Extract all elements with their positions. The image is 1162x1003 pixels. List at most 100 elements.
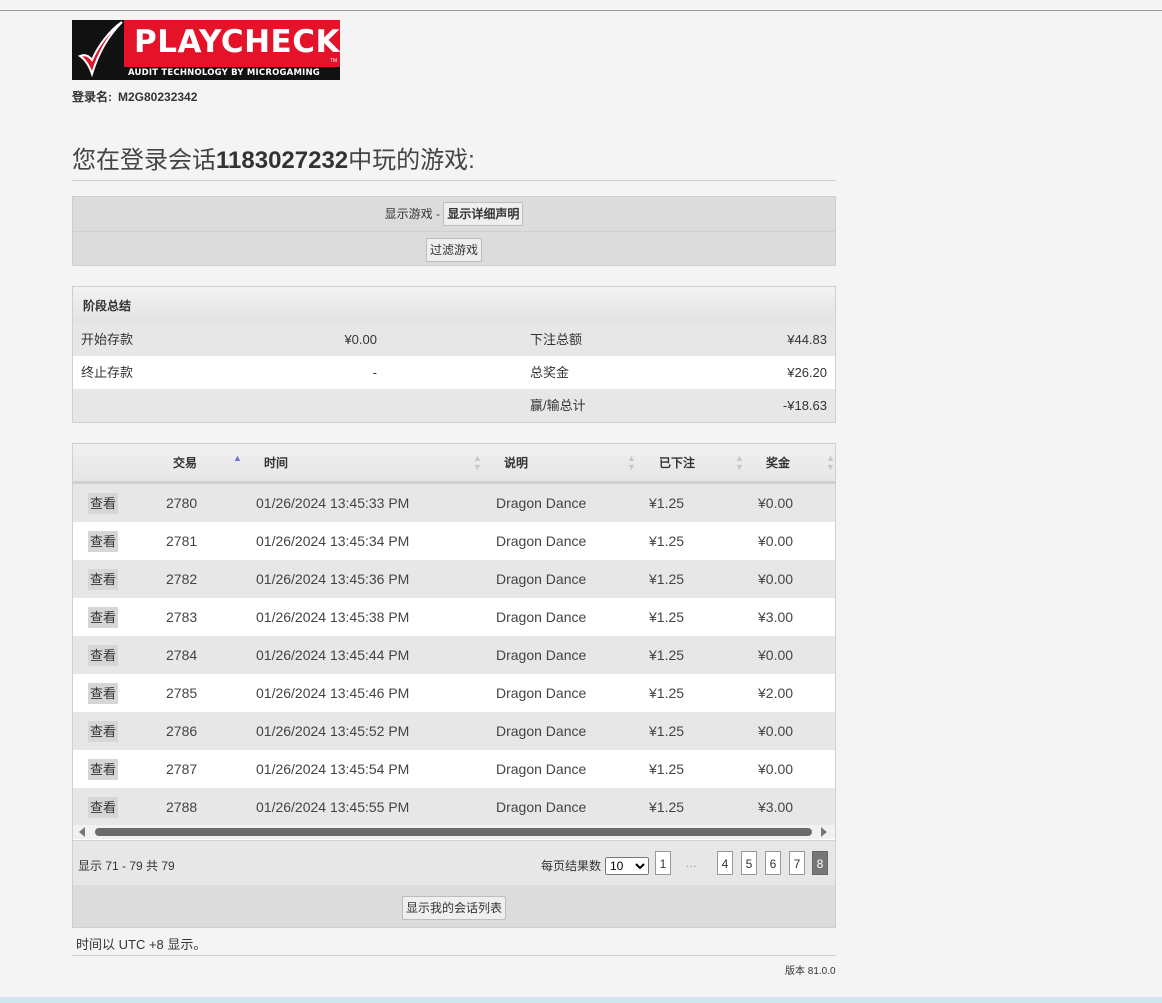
cell-transaction: 2783 xyxy=(166,609,198,625)
horizontal-scrollbar[interactable] xyxy=(73,825,835,839)
filter-games-button[interactable]: 过滤游戏 xyxy=(425,238,482,262)
cell-bet: ¥1.25 xyxy=(649,685,685,701)
col-time[interactable]: 时间 xyxy=(264,444,288,481)
login-label: 登录名: xyxy=(72,90,112,104)
scroll-thumb[interactable] xyxy=(95,828,812,836)
summary-row: 终止存款 - 总奖金 ¥26.20 xyxy=(73,356,835,389)
transactions-table: 交易 ▲ 时间 ▲ ▼ 说明 ▲ ▼ 已下注 ▲ ▼ 奖金 ▲ ▼ 查看 2780 01/2… xyxy=(72,443,836,928)
cell-description: Dragon Dance xyxy=(496,647,587,663)
cell-description: Dragon Dance xyxy=(496,685,587,701)
col-transaction[interactable]: 交易 xyxy=(173,444,197,481)
version-label: 版本 81.0.0 xyxy=(785,966,836,977)
playcheck-logo: PLAYCHECK TM AUDIT TECHNOLOGY BY MICROGA… xyxy=(72,20,340,80)
per-page-select[interactable]: 10 xyxy=(605,857,649,875)
cell-time: 01/26/2024 13:45:36 PM xyxy=(256,571,410,587)
logo-tagline: AUDIT TECHNOLOGY BY MICROGAMING xyxy=(128,68,320,78)
session-id: 1183027232 xyxy=(216,147,349,174)
page-link[interactable]: 7 xyxy=(789,851,805,875)
cell-transaction: 2786 xyxy=(166,723,198,739)
cell-transaction: 2787 xyxy=(166,761,198,777)
session-list-bar: 显示我的会话列表 xyxy=(73,885,835,927)
sort-asc-icon[interactable]: ▲ xyxy=(233,454,242,463)
cell-win: ¥0.00 xyxy=(758,533,794,549)
cell-description: Dragon Dance xyxy=(496,495,587,511)
scroll-right-icon[interactable] xyxy=(821,827,827,837)
view-button[interactable]: 查看 xyxy=(88,493,119,514)
cell-transaction: 2781 xyxy=(166,533,198,549)
page-ellipsis: … xyxy=(685,856,697,870)
title-divider xyxy=(72,180,836,181)
cell-time: 01/26/2024 13:45:34 PM xyxy=(256,533,410,549)
col-bet[interactable]: 已下注 xyxy=(659,444,695,481)
cell-win: ¥3.00 xyxy=(758,799,794,815)
cell-transaction: 2782 xyxy=(166,571,198,587)
page-link[interactable]: 4 xyxy=(717,851,733,875)
cell-description: Dragon Dance xyxy=(496,761,587,777)
view-button[interactable]: 查看 xyxy=(88,569,119,590)
view-button[interactable]: 查看 xyxy=(88,759,119,780)
cell-bet: ¥1.25 xyxy=(649,723,685,739)
cell-bet: ¥1.25 xyxy=(649,495,685,511)
cell-win: ¥0.00 xyxy=(758,647,794,663)
table-row: 查看 2788 01/26/2024 13:45:55 PM Dragon Dance… xyxy=(73,788,835,826)
cell-win: ¥3.00 xyxy=(758,609,794,625)
cell-time: 01/26/2024 13:45:44 PM xyxy=(256,647,410,663)
cell-transaction: 2785 xyxy=(166,685,198,701)
page-title: 您在登录会话1183027232中玩的游戏: xyxy=(72,140,475,175)
summary-row: 开始存款 ¥0.00 下注总额 ¥44.83 xyxy=(73,323,835,356)
table-row: 查看 2786 01/26/2024 13:45:52 PM Dragon Dance… xyxy=(73,712,835,750)
page-link-current[interactable]: 8 xyxy=(812,851,828,875)
cell-win: ¥0.00 xyxy=(758,495,794,511)
timezone-note: 时间以 UTC +8 显示。 xyxy=(76,937,207,952)
summary-heading: 阶段总结 xyxy=(73,287,835,323)
table-header: 交易 ▲ 时间 ▲ ▼ 说明 ▲ ▼ 已下注 ▲ ▼ 奖金 ▲ ▼ xyxy=(73,444,835,484)
summary-row: 赢/输总计 -¥18.63 xyxy=(73,389,835,422)
sort-icon[interactable]: ▲ ▼ xyxy=(627,454,636,472)
view-button[interactable]: 查看 xyxy=(88,645,119,666)
sort-icon[interactable]: ▲ ▼ xyxy=(735,454,744,472)
page-link[interactable]: 6 xyxy=(765,851,781,875)
filter-button-row: 过滤游戏 xyxy=(73,232,835,266)
view-button[interactable]: 查看 xyxy=(88,797,119,818)
view-button[interactable]: 查看 xyxy=(88,531,119,552)
footer-divider xyxy=(72,955,836,956)
summary-label: 赢/输总计 xyxy=(530,398,586,413)
cell-time: 01/26/2024 13:45:55 PM xyxy=(256,799,410,815)
scroll-left-icon[interactable] xyxy=(79,827,85,837)
summary-label: 总奖金 xyxy=(530,365,570,380)
view-button[interactable]: 查看 xyxy=(88,607,119,628)
show-details-button[interactable]: 显示详细声明 xyxy=(443,202,524,226)
cell-description: Dragon Dance xyxy=(496,609,587,625)
filter-row: 显示游戏 - 显示详细声明 xyxy=(73,197,835,232)
session-list-button[interactable]: 显示我的会话列表 xyxy=(401,896,506,920)
login-value: M2G80232342 xyxy=(118,90,198,104)
filter-panel: 显示游戏 - 显示详细声明 过滤游戏 xyxy=(72,196,836,266)
col-win[interactable]: 奖金 xyxy=(766,444,790,481)
summary-value: - xyxy=(372,365,377,380)
table-row: 查看 2783 01/26/2024 13:45:38 PM Dragon Dance… xyxy=(73,598,835,636)
table-row: 查看 2787 01/26/2024 13:45:54 PM Dragon Dance… xyxy=(73,750,835,788)
cell-win: ¥0.00 xyxy=(758,723,794,739)
per-page-label: 每页结果数 xyxy=(541,859,602,873)
cell-transaction: 2788 xyxy=(166,799,198,815)
cell-bet: ¥1.25 xyxy=(649,609,685,625)
cell-description: Dragon Dance xyxy=(496,799,587,815)
show-games-label: 显示游戏 - xyxy=(384,207,440,221)
cell-win: ¥2.00 xyxy=(758,685,794,701)
cell-transaction: 2784 xyxy=(166,647,198,663)
cell-bet: ¥1.25 xyxy=(649,761,685,777)
sort-icon[interactable]: ▲ ▼ xyxy=(826,454,835,472)
cell-time: 01/26/2024 13:45:38 PM xyxy=(256,609,410,625)
summary-label: 开始存款 xyxy=(81,332,134,347)
page-link[interactable]: 5 xyxy=(741,851,757,875)
bottom-bar xyxy=(0,997,1162,1003)
sort-icon[interactable]: ▲ ▼ xyxy=(473,454,482,472)
view-button[interactable]: 查看 xyxy=(88,683,119,704)
col-description[interactable]: 说明 xyxy=(504,444,528,481)
page-link[interactable]: 1 xyxy=(655,851,671,875)
cell-description: Dragon Dance xyxy=(496,723,587,739)
summary-value: ¥26.20 xyxy=(787,365,827,380)
view-button[interactable]: 查看 xyxy=(88,721,119,742)
table-row: 查看 2781 01/26/2024 13:45:34 PM Dragon Dance… xyxy=(73,522,835,560)
cell-time: 01/26/2024 13:45:54 PM xyxy=(256,761,410,777)
